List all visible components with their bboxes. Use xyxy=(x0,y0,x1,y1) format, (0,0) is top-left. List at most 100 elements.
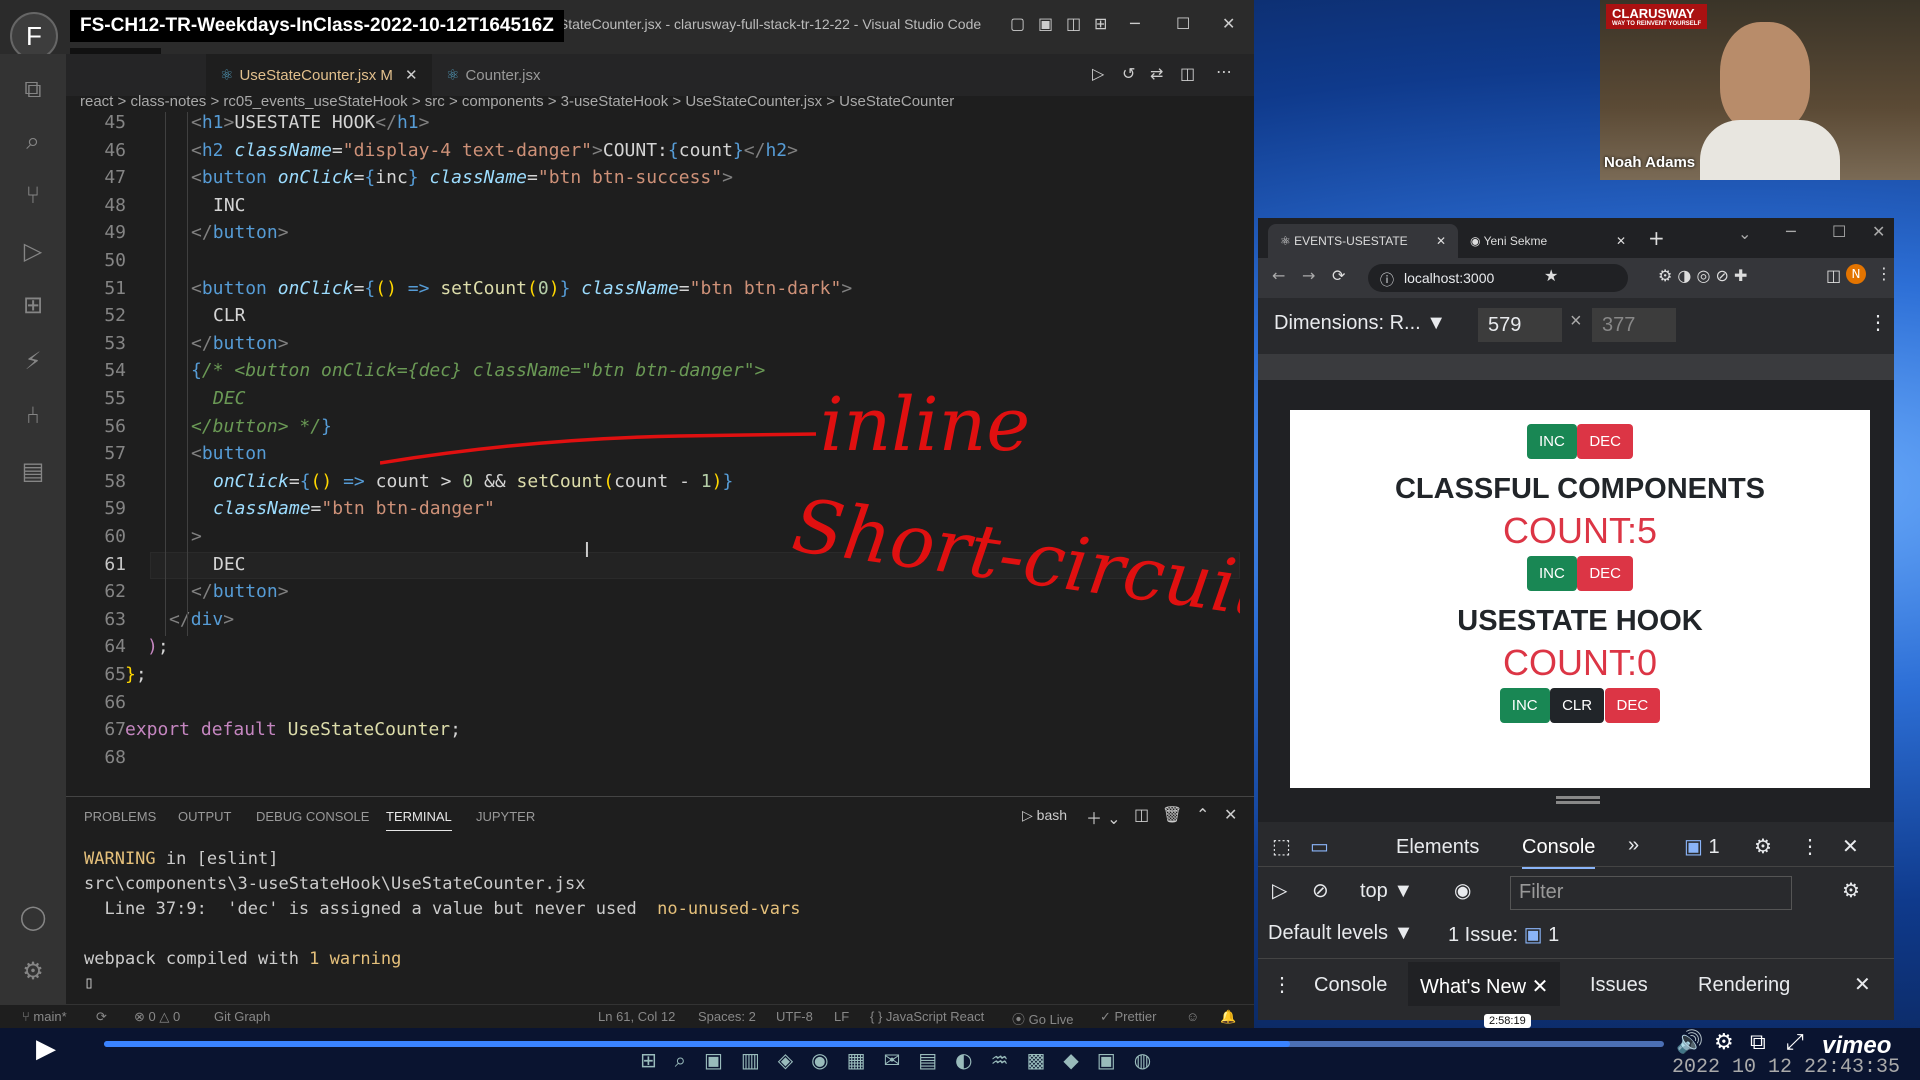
close-icon[interactable]: ✕ xyxy=(1872,222,1885,241)
split-terminal-icon[interactable]: ◫ xyxy=(1134,805,1149,824)
close-tab-icon[interactable]: ✕ xyxy=(1616,234,1626,248)
drawer-tab-console[interactable]: Console xyxy=(1314,974,1387,997)
code-line[interactable]: ); xyxy=(147,636,169,657)
tab-search-icon[interactable]: ⌄ xyxy=(1738,224,1751,243)
new-tab-icon[interactable]: + xyxy=(1648,226,1665,250)
code-line[interactable]: </button> */} xyxy=(191,416,332,437)
indentation[interactable]: Spaces: 2 xyxy=(698,1009,756,1024)
code-line[interactable]: > xyxy=(191,526,202,547)
remote-icon[interactable]: ▤ xyxy=(18,456,48,486)
clr-button[interactable]: CLR xyxy=(1550,688,1605,723)
account-icon[interactable]: ◯ xyxy=(18,902,48,932)
forward-icon[interactable]: → xyxy=(1302,266,1315,285)
extensions-icon[interactable]: ⚙ ◑ ◎ ⊘ ✚ xyxy=(1658,266,1747,285)
drawer-tab-issues[interactable]: Issues xyxy=(1590,974,1648,997)
live-share-icon[interactable]: ⚡ xyxy=(18,346,48,376)
code-line[interactable]: <h1>USESTATE HOOK</h1> xyxy=(191,112,429,133)
sidebar-toggle-icon[interactable]: ▷ xyxy=(1272,878,1287,903)
maximize-panel-icon[interactable]: ⌃ xyxy=(1196,805,1209,824)
reload-icon[interactable]: ⟳ xyxy=(1332,266,1345,285)
address-bar[interactable]: ⓘ localhost:3000 xyxy=(1368,264,1628,292)
devtools-settings-icon[interactable]: ⚙ xyxy=(1754,834,1772,859)
close-icon[interactable]: ✕ xyxy=(1222,14,1235,33)
clear-console-icon[interactable]: ⊘ xyxy=(1312,878,1329,903)
split-icon[interactable]: ◫ xyxy=(1066,14,1081,33)
run-icon[interactable]: ▷ xyxy=(1092,64,1104,83)
issues-count[interactable]: 1 Issue: ▣ 1 xyxy=(1448,922,1559,947)
tab-terminal[interactable]: TERMINAL xyxy=(386,809,452,831)
more-options-icon[interactable]: ⋮ xyxy=(1868,310,1888,335)
tab-console[interactable]: Console xyxy=(1522,836,1596,869)
branch-indicator[interactable]: ⑂ main* xyxy=(22,1009,67,1024)
notifications-icon[interactable]: 🔔 xyxy=(1220,1009,1236,1025)
code-line[interactable]: DEC xyxy=(213,554,246,575)
split-editor-icon[interactable]: ◫ xyxy=(1180,64,1195,83)
code-line[interactable]: DEC xyxy=(213,388,246,409)
close-panel-icon[interactable]: ✕ xyxy=(1224,805,1237,824)
menu-icon[interactable]: ⋮ xyxy=(1876,264,1892,283)
browser-tab-events[interactable]: ⚛ EVENTS-USESTATE ✕ xyxy=(1268,224,1458,258)
code-line[interactable]: <button onClick={() => setCount(0)} clas… xyxy=(191,278,852,299)
tab-output[interactable]: OUTPUT xyxy=(178,809,231,824)
vimeo-logo[interactable]: vimeo xyxy=(1822,1032,1891,1060)
width-input[interactable]: 579 xyxy=(1478,308,1562,342)
go-live[interactable]: ⦿ Go Live xyxy=(1012,1009,1073,1028)
end-of-line[interactable]: LF xyxy=(834,1009,849,1024)
drawer-menu-icon[interactable]: ⋮ xyxy=(1272,972,1292,997)
tab-elements[interactable]: Elements xyxy=(1396,836,1479,859)
minimize-icon[interactable]: ─ xyxy=(1130,14,1140,33)
close-tab-icon[interactable]: ✕ xyxy=(1532,976,1549,998)
code-line[interactable]: </div> xyxy=(169,609,234,630)
drawer-close-icon[interactable]: ✕ xyxy=(1854,972,1871,997)
code-line[interactable]: }; xyxy=(125,664,147,685)
code-line[interactable]: </button> xyxy=(191,581,289,602)
close-tab-icon[interactable]: ✕ xyxy=(1436,234,1446,248)
console-filter[interactable]: Filter xyxy=(1510,876,1792,910)
code-line[interactable]: </button> xyxy=(191,333,289,354)
more-tabs-icon[interactable]: » xyxy=(1628,834,1639,857)
panel-toggle-icon[interactable]: ▣ xyxy=(1038,14,1053,33)
more-actions-icon[interactable]: ⋯ xyxy=(1216,62,1232,81)
profile-avatar[interactable]: N xyxy=(1846,264,1866,284)
live-expression-icon[interactable]: ◉ xyxy=(1454,878,1471,903)
git-graph-status[interactable]: Git Graph xyxy=(214,1009,270,1024)
resize-handle[interactable] xyxy=(1556,796,1600,804)
sync-icon[interactable]: ⟳ xyxy=(96,1009,107,1025)
tab-usestatecounter[interactable]: ⚛ UseStateCounter.jsx M ✕ xyxy=(206,54,432,96)
play-icon[interactable]: ▶ xyxy=(36,1034,56,1064)
code-line[interactable]: <button xyxy=(191,443,267,464)
inc-button[interactable]: INC xyxy=(1499,688,1550,723)
drawer-tab-rendering[interactable]: Rendering xyxy=(1698,974,1790,997)
cursor-position[interactable]: Ln 61, Col 12 xyxy=(598,1009,675,1024)
settings-gear-icon[interactable]: ⚙ xyxy=(18,956,48,986)
breadcrumb[interactable]: react > class-notes > rc05_events_useSta… xyxy=(80,93,954,110)
inspect-icon[interactable]: ⬚ xyxy=(1272,834,1291,859)
minimize-icon[interactable]: ─ xyxy=(1786,222,1796,241)
code-line[interactable]: <h2 className="display-4 text-danger">CO… xyxy=(191,140,798,161)
inc-button[interactable]: INC xyxy=(1527,556,1577,591)
browser-tab-new[interactable]: ◉ Yeni Sekme ✕ xyxy=(1458,224,1638,258)
dec-button[interactable]: DEC xyxy=(1604,688,1661,723)
git-graph-icon[interactable]: ⑃ xyxy=(18,400,48,430)
close-tab-icon[interactable]: ✕ xyxy=(405,67,418,84)
customize-layout-icon[interactable]: ⊞ xyxy=(1094,14,1107,33)
timeline-icon[interactable]: ↺ xyxy=(1122,64,1135,83)
encoding[interactable]: UTF-8 xyxy=(776,1009,813,1024)
search-icon[interactable]: ⌕ xyxy=(18,126,48,156)
compare-icon[interactable]: ⇄ xyxy=(1150,64,1163,83)
context-select[interactable]: top ▼ xyxy=(1360,880,1413,903)
pip-icon[interactable]: ⧉ xyxy=(1750,1030,1766,1055)
run-debug-icon[interactable]: ▷ xyxy=(18,236,48,266)
explorer-icon[interactable]: ⧉ xyxy=(18,74,48,104)
code-line[interactable]: <button onClick={inc} className="btn btn… xyxy=(191,167,733,188)
terminal-prompt[interactable]: ▯ xyxy=(84,973,94,993)
dec-button[interactable]: DEC xyxy=(1577,424,1633,459)
layout-icon[interactable]: ▢ xyxy=(1010,14,1025,33)
extensions-icon[interactable]: ⊞ xyxy=(18,290,48,320)
devtools-close-icon[interactable]: ✕ xyxy=(1842,834,1859,859)
source-control-icon[interactable]: ⑂ xyxy=(18,180,48,210)
maximize-icon[interactable]: ☐ xyxy=(1832,222,1846,241)
sidepanel-icon[interactable]: ◫ xyxy=(1826,266,1841,285)
new-terminal-icon[interactable]: ＋ ⌄ xyxy=(1086,805,1121,829)
device-toggle-icon[interactable]: ▭ xyxy=(1310,834,1329,859)
